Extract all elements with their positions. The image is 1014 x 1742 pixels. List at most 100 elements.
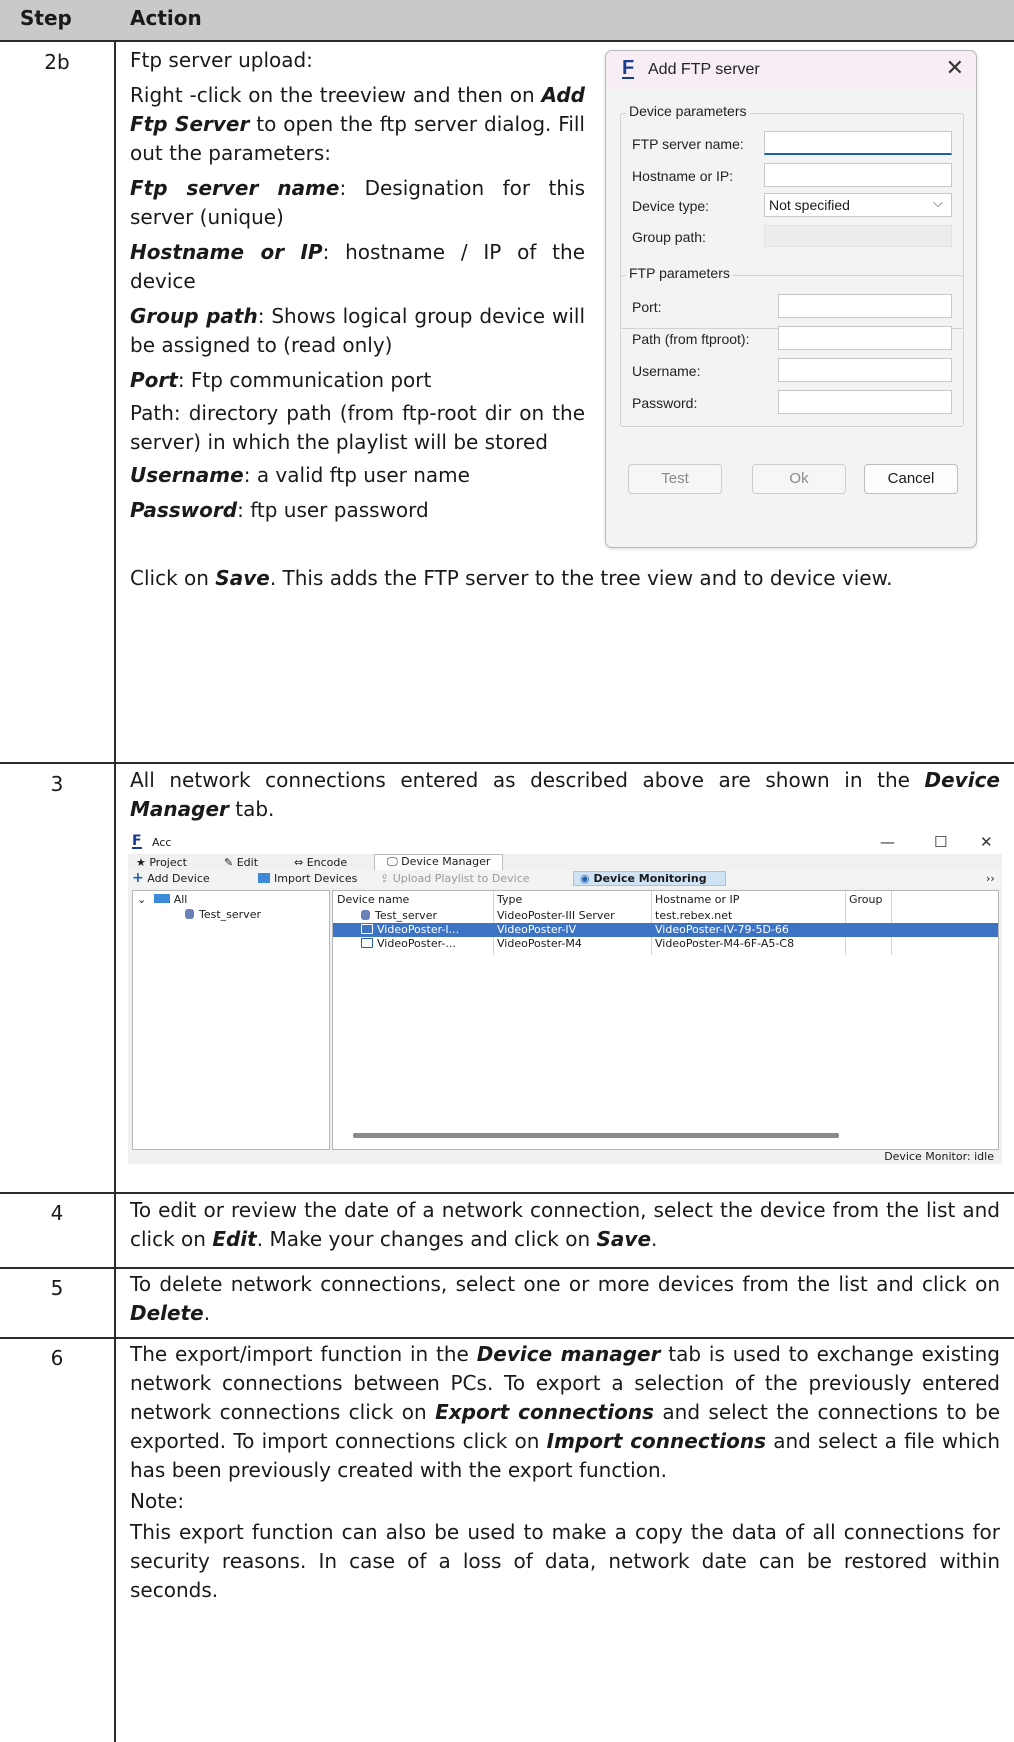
cell-type: VideoPoster-IV — [497, 923, 577, 936]
maximize-icon[interactable]: ☐ — [934, 833, 947, 851]
chevron-down-icon: ⌄ — [137, 893, 147, 906]
device-type-select[interactable]: Not specified ⌵ — [764, 193, 952, 217]
tab-device-manager[interactable]: 🖵 Device Manager — [374, 854, 504, 871]
table-row-selected[interactable]: VideoPoster-I... VideoPoster-IV VideoPos… — [333, 923, 998, 937]
column-device-name[interactable]: Device name — [337, 893, 409, 906]
cell-type: VideoPoster-M4 — [497, 937, 582, 950]
monitor-icon — [361, 924, 373, 934]
param-port: Port: Ftp communication port — [130, 366, 585, 395]
column-group[interactable]: Group — [849, 893, 883, 906]
tree-root-label: All — [173, 893, 188, 906]
cell-text: Test_server — [375, 909, 437, 922]
path-input[interactable] — [778, 326, 952, 350]
eye-icon: ◉ — [580, 872, 590, 885]
cell-text: VideoPoster-... — [377, 937, 456, 950]
database-icon — [185, 909, 194, 919]
password-input[interactable] — [778, 390, 952, 414]
row-4-text-c: . — [651, 1227, 658, 1251]
close-icon[interactable]: ✕ — [946, 55, 964, 81]
status-bar-text: Device Monitor: idle — [884, 1150, 994, 1163]
dialog-title: Add FTP server — [648, 61, 760, 78]
step-number: 2b — [44, 50, 70, 74]
username-input[interactable] — [778, 358, 952, 382]
toolbar: + Add Device Import Devices ⇪ Upload Pla… — [128, 870, 1002, 888]
step-number: 4 — [50, 1201, 64, 1225]
import-devices-label: Import Devices — [274, 872, 358, 885]
test-button[interactable]: Test — [628, 464, 722, 494]
row-2b-save-note: Click on Save. This adds the FTP server … — [130, 564, 1000, 593]
row-divider — [0, 762, 1014, 764]
row-6-paragraph: The export/import function in the Device… — [130, 1340, 1000, 1485]
ftp-server-name-label: FTP server name: — [632, 136, 744, 152]
table-header: Step Action — [0, 0, 1014, 42]
column-type[interactable]: Type — [497, 893, 522, 906]
param-ftp-name: Ftp server name: Designation for this se… — [130, 174, 585, 232]
import-devices-button[interactable]: Import Devices — [258, 872, 357, 885]
row-2b-text: Ftp server upload: Right -click on the t… — [130, 46, 585, 525]
horizontal-scrollbar[interactable] — [353, 1133, 839, 1138]
header-action: Action — [130, 6, 202, 30]
tab-edit[interactable]: ✎ Edit — [224, 856, 258, 869]
window-title: Acc — [152, 836, 172, 849]
device-monitoring-label: Device Monitoring — [593, 872, 707, 885]
port-label: Port: — [632, 299, 662, 315]
param-username-label: Username — [130, 463, 244, 487]
upload-playlist-label: Upload Playlist to Device — [392, 872, 530, 885]
row-5-text-b: . — [203, 1301, 211, 1325]
param-port-label: Port — [130, 368, 178, 392]
hostname-input[interactable] — [764, 163, 952, 187]
column-divider — [114, 40, 116, 1742]
note-text: This export function can also be used to… — [130, 1520, 1000, 1602]
cancel-button[interactable]: Cancel — [864, 464, 958, 494]
username-label: Username: — [632, 363, 701, 379]
dialog-titlebar: F Add FTP server ✕ — [606, 51, 976, 89]
cell-device-name: VideoPoster-... — [361, 937, 491, 950]
device-type-label: Device type: — [632, 198, 710, 214]
ftp-server-name-input[interactable] — [764, 131, 952, 155]
save-note-a: Click on — [130, 566, 209, 590]
table-row[interactable]: VideoPoster-... VideoPoster-M4 VideoPost… — [333, 937, 998, 951]
overflow-chevron-icon[interactable]: ›› — [986, 872, 995, 885]
cell-hostname: test.rebex.net — [655, 909, 733, 922]
plus-icon: + — [132, 870, 144, 886]
database-icon — [361, 910, 370, 920]
group-path-label: Group path: — [632, 229, 706, 245]
param-password-label: Password — [130, 498, 238, 522]
intro-a: Right -click on the treeview and then on — [130, 83, 535, 107]
add-device-button[interactable]: + Add Device — [132, 870, 210, 886]
upload-icon: ⇪ — [380, 872, 390, 885]
row-divider — [0, 1337, 1014, 1339]
port-input[interactable] — [778, 294, 952, 318]
column-hostname[interactable]: Hostname or IP — [655, 893, 739, 906]
device-type-value: Not specified — [769, 197, 850, 213]
upload-playlist-button[interactable]: ⇪ Upload Playlist to Device — [380, 872, 530, 885]
device-monitoring-button[interactable]: ◉ Device Monitoring — [573, 871, 726, 886]
row-4-text: To edit or review the date of a network … — [130, 1196, 1000, 1254]
param-port-desc: : Ftp communication port — [177, 368, 432, 392]
cell-hostname: VideoPoster-IV-79-5D-66 — [655, 923, 789, 936]
table-row[interactable]: Test_server VideoPoster-III Server test.… — [333, 909, 998, 923]
ok-button[interactable]: Ok — [752, 464, 846, 494]
row-divider — [0, 1192, 1014, 1194]
path-label: Path (from ftproot): — [632, 331, 750, 347]
device-parameters-label: Device parameters — [626, 103, 750, 119]
device-table: Device name Type Hostname or IP Group Te… — [332, 890, 999, 1150]
row-5-bold: Delete — [130, 1301, 204, 1325]
tab-encode[interactable]: ⇔ Encode — [294, 856, 347, 869]
row-6-b2: Export connections — [435, 1400, 654, 1424]
device-tree: ⌄ All Test_server — [132, 890, 330, 1150]
tree-item-test-server[interactable]: Test_server — [185, 908, 261, 921]
row-2b-title: Ftp server upload: — [130, 48, 313, 72]
save-note-bold: Save — [215, 566, 270, 590]
close-icon[interactable]: ✕ — [980, 833, 993, 851]
tab-project[interactable]: ★ Project — [136, 856, 187, 869]
app-logo-icon: F — [132, 833, 142, 849]
password-label: Password: — [632, 395, 698, 411]
minimize-icon[interactable]: — — [880, 833, 895, 851]
param-password: Password: ftp user password — [130, 496, 585, 525]
row-4-bold-edit: Edit — [212, 1227, 257, 1251]
app-logo-icon: F — [622, 57, 635, 79]
tree-root-all[interactable]: ⌄ All — [137, 893, 187, 906]
note-label: Note: — [130, 1489, 185, 1513]
row-4-bold-save: Save — [596, 1227, 652, 1251]
